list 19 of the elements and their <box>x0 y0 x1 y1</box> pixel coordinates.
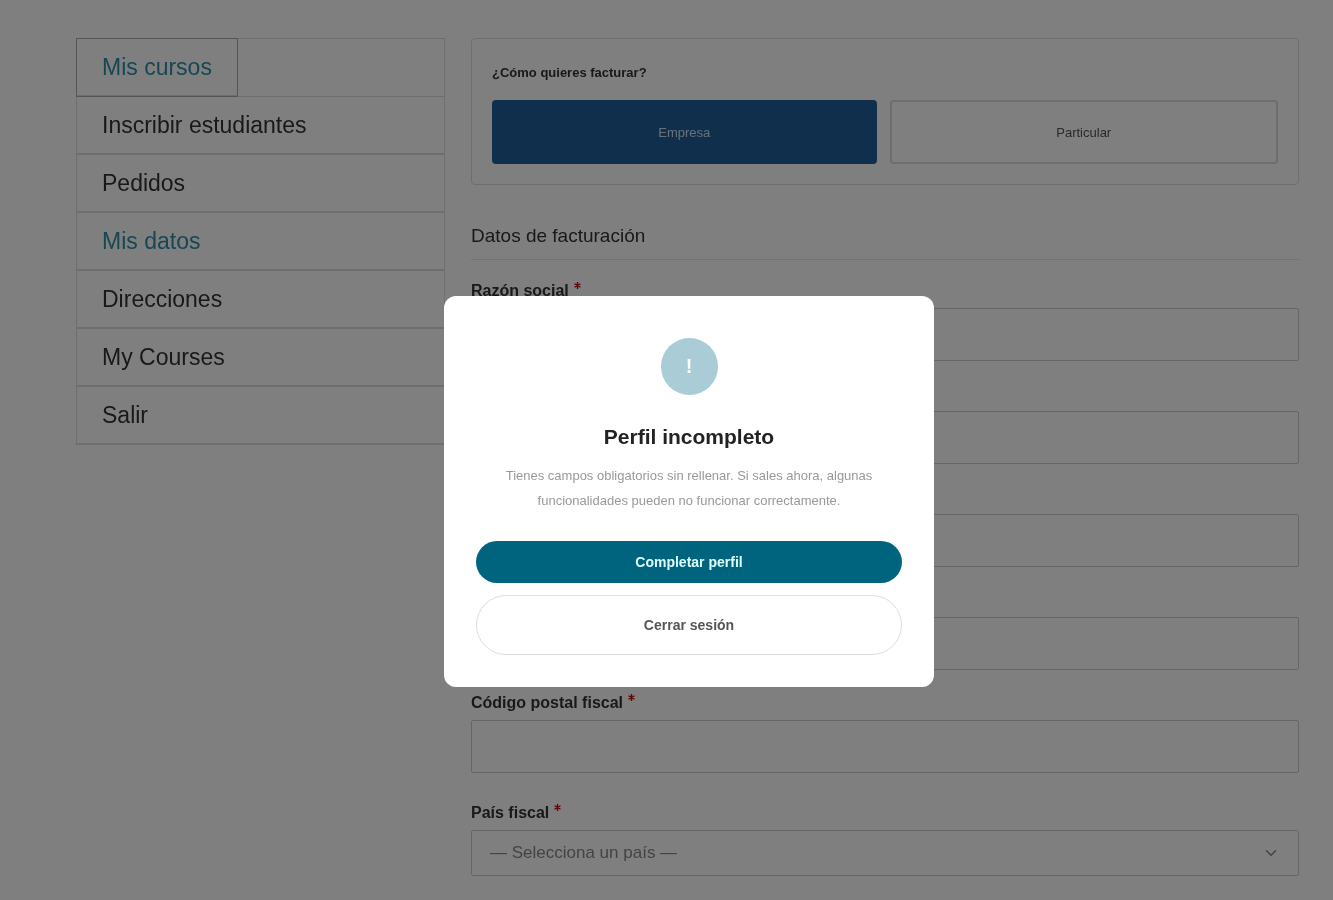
billing-option[interactable]: Particular <box>889 100 1278 164</box>
billing-option[interactable]: Empresa <box>492 100 877 164</box>
warning-icon: ! <box>660 338 718 395</box>
sidebar-item[interactable]: Pedidos <box>77 155 444 212</box>
billing-question: ¿Cómo quieres facturar? <box>492 65 648 80</box>
sidebar-item[interactable]: Mis datos <box>77 213 444 270</box>
country-select[interactable]: — Selecciona un país — <box>471 830 1299 876</box>
section-title: Datos de facturación <box>471 225 1299 260</box>
complete-profile-button[interactable]: Completar perfil <box>476 541 902 583</box>
input-field[interactable] <box>471 720 1299 773</box>
modal-title: Perfil incompleto <box>603 425 775 449</box>
logout-button[interactable]: Cerrar sesión <box>476 595 902 655</box>
field-label: Razón social <box>471 282 569 300</box>
field-label: Código postal fiscal <box>471 694 623 712</box>
field-label: País fiscal <box>471 804 550 822</box>
sidebar-item[interactable]: Mis cursos <box>77 39 237 96</box>
modal-message: Tienes campos obligatorios sin rellenar. Si sales ahora, algunas funcionalidades pueden no funcionar correctamente. <box>504 467 874 510</box>
sidebar-item[interactable]: Direcciones <box>77 271 444 328</box>
sidebar-item[interactable]: Inscribir estudiantes <box>77 97 444 154</box>
